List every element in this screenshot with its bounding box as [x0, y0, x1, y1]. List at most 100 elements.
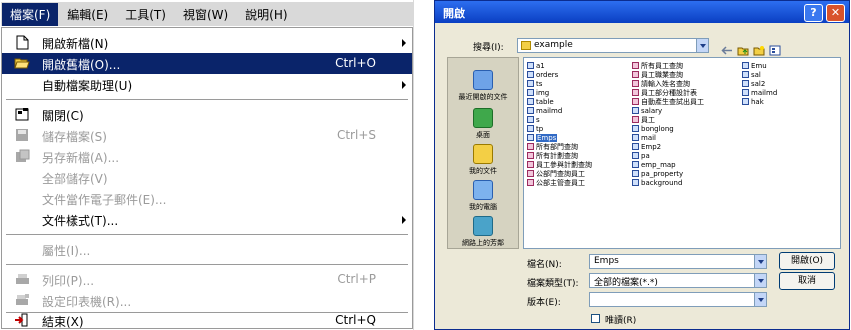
list-item[interactable]: ts: [527, 79, 542, 88]
chevron-down-icon[interactable]: [754, 293, 766, 306]
chevron-down-icon[interactable]: [754, 255, 766, 268]
list-item[interactable]: mailmd: [742, 88, 777, 97]
readonly-checkbox[interactable]: [591, 314, 600, 323]
list-item[interactable]: emp_map: [632, 160, 676, 169]
file-icon: [527, 107, 534, 114]
list-item[interactable]: sal: [742, 70, 761, 79]
network-icon: [473, 216, 493, 236]
submenu-arrow-icon: [402, 81, 406, 89]
save-as-icon: [14, 148, 30, 164]
list-item[interactable]: img: [527, 88, 549, 97]
file-icon: [632, 125, 639, 132]
menu-item-print[interactable]: 列印(P)... Ctrl+P: [2, 269, 412, 290]
printer-setup-icon: [14, 292, 30, 308]
filename-field[interactable]: Emps: [589, 254, 767, 269]
menu-item-auto-assistant[interactable]: 自動檔案助理(U): [2, 74, 412, 95]
my-documents-icon: [473, 144, 493, 164]
menubar-help[interactable]: 說明(H): [237, 3, 295, 26]
list-item[interactable]: 員工: [632, 115, 655, 124]
version-select[interactable]: [589, 292, 767, 307]
file-icon: [632, 134, 639, 141]
close-icon[interactable]: ✕: [826, 4, 845, 22]
file-icon: [527, 71, 534, 78]
menu-item-printer-setup[interactable]: 設定印表機(R)...: [2, 290, 412, 311]
menu-item-close[interactable]: 關閉(C): [2, 104, 412, 125]
file-icon: [527, 89, 534, 96]
list-item[interactable]: a1: [527, 61, 545, 70]
query-icon: [632, 116, 639, 123]
file-icon: [527, 125, 534, 132]
menu-item-exit[interactable]: 結束(X) Ctrl+Q: [2, 311, 412, 329]
menubar-tools[interactable]: 工具(T): [117, 3, 174, 26]
query-icon: [632, 98, 639, 105]
list-item[interactable]: table: [527, 97, 554, 106]
filetype-label: 檔案類型(T):: [527, 279, 579, 289]
menubar-file[interactable]: 檔案(F): [2, 2, 59, 26]
menu-separator: [6, 264, 408, 265]
place-my-documents[interactable]: 我的文件: [448, 144, 518, 176]
list-item[interactable]: 公部主管查員工: [527, 178, 585, 187]
save-icon: [14, 127, 30, 143]
menu-item-save[interactable]: 儲存檔案(S) Ctrl+S: [2, 125, 412, 146]
print-icon: [14, 271, 30, 287]
look-in-combo[interactable]: example: [517, 38, 709, 53]
back-icon[interactable]: [721, 41, 733, 55]
up-folder-icon[interactable]: [737, 41, 749, 56]
place-my-computer[interactable]: 我的電腦: [448, 180, 518, 212]
open-button[interactable]: 開啟(O): [779, 252, 835, 270]
exit-icon: [14, 312, 30, 328]
open-folder-icon: [14, 55, 30, 71]
list-item[interactable]: bonglong: [632, 124, 674, 133]
menu-item-document-style[interactable]: 文件樣式(T)...: [2, 209, 412, 230]
place-network[interactable]: 網路上的芳鄰: [448, 216, 518, 248]
file-list[interactable]: a1 orders ts img table mailmd s tp Emps …: [523, 57, 841, 249]
list-item[interactable]: background: [632, 178, 682, 187]
query-icon: [527, 143, 534, 150]
file-icon: [632, 179, 639, 186]
list-item[interactable]: s: [527, 115, 540, 124]
list-item[interactable]: 自動產生查試出員工: [632, 97, 704, 106]
list-item[interactable]: sal2: [742, 79, 765, 88]
help-icon[interactable]: ?: [804, 4, 823, 22]
query-icon: [527, 179, 534, 186]
dialog-title-bar: 開啟 ? ✕: [435, 1, 849, 23]
file-icon: [527, 80, 534, 87]
places-bar: 最近開啟的文件 桌面 我的文件 我的電腦 網路上的芳鄰: [447, 57, 519, 249]
recent-documents-icon: [473, 70, 493, 90]
folder-icon: [521, 41, 531, 50]
submenu-arrow-icon: [402, 39, 406, 47]
list-item[interactable]: Emp2: [632, 142, 661, 151]
list-item[interactable]: mailmd: [527, 106, 562, 115]
new-folder-icon[interactable]: [753, 41, 765, 56]
menu-bar: 檔案(F) 編輯(E) 工具(T) 視窗(W) 說明(H): [1, 2, 413, 26]
menu-item-open[interactable]: 開啟舊檔(O)... Ctrl+O: [2, 53, 412, 74]
menu-item-send-email[interactable]: 文件當作電子郵件(E)...: [2, 188, 412, 209]
list-item[interactable]: pa_property: [632, 169, 683, 178]
menubar-window[interactable]: 視窗(W): [175, 3, 236, 26]
chevron-down-icon[interactable]: [696, 39, 708, 52]
menu-item-save-as[interactable]: 另存新檔(A)...: [2, 146, 412, 167]
list-item[interactable]: orders: [527, 70, 558, 79]
cancel-button[interactable]: 取消: [779, 272, 835, 290]
query-icon: [632, 80, 639, 87]
place-desktop[interactable]: 桌面: [448, 108, 518, 140]
menubar-edit[interactable]: 編輯(E): [59, 3, 116, 26]
open-file-dialog: 開啟 ? ✕ 搜尋(I): example 最近開啟的文件 桌面 我的文件 我的…: [434, 0, 850, 330]
my-computer-icon: [473, 180, 493, 200]
chevron-down-icon[interactable]: [754, 274, 766, 287]
list-item[interactable]: tp: [527, 124, 543, 133]
menu-item-properties[interactable]: 屬性(I)...: [2, 239, 412, 260]
menu-item-save-all[interactable]: 全部儲存(V): [2, 167, 412, 188]
list-item[interactable]: Emu: [742, 61, 767, 70]
list-item[interactable]: pa: [632, 151, 650, 160]
views-menu-icon[interactable]: [769, 41, 781, 56]
file-icon: [742, 89, 749, 96]
filetype-select[interactable]: 全部的檔案(*.*): [589, 273, 767, 288]
place-recent[interactable]: 最近開啟的文件: [448, 70, 518, 102]
readonly-label: 唯讀(R): [605, 316, 637, 326]
menu-separator: [6, 99, 408, 100]
list-item[interactable]: mail: [632, 133, 656, 142]
menu-item-new[interactable]: 開啟新檔(N): [2, 32, 412, 53]
list-item[interactable]: hak: [742, 97, 764, 106]
query-icon: [632, 62, 639, 69]
